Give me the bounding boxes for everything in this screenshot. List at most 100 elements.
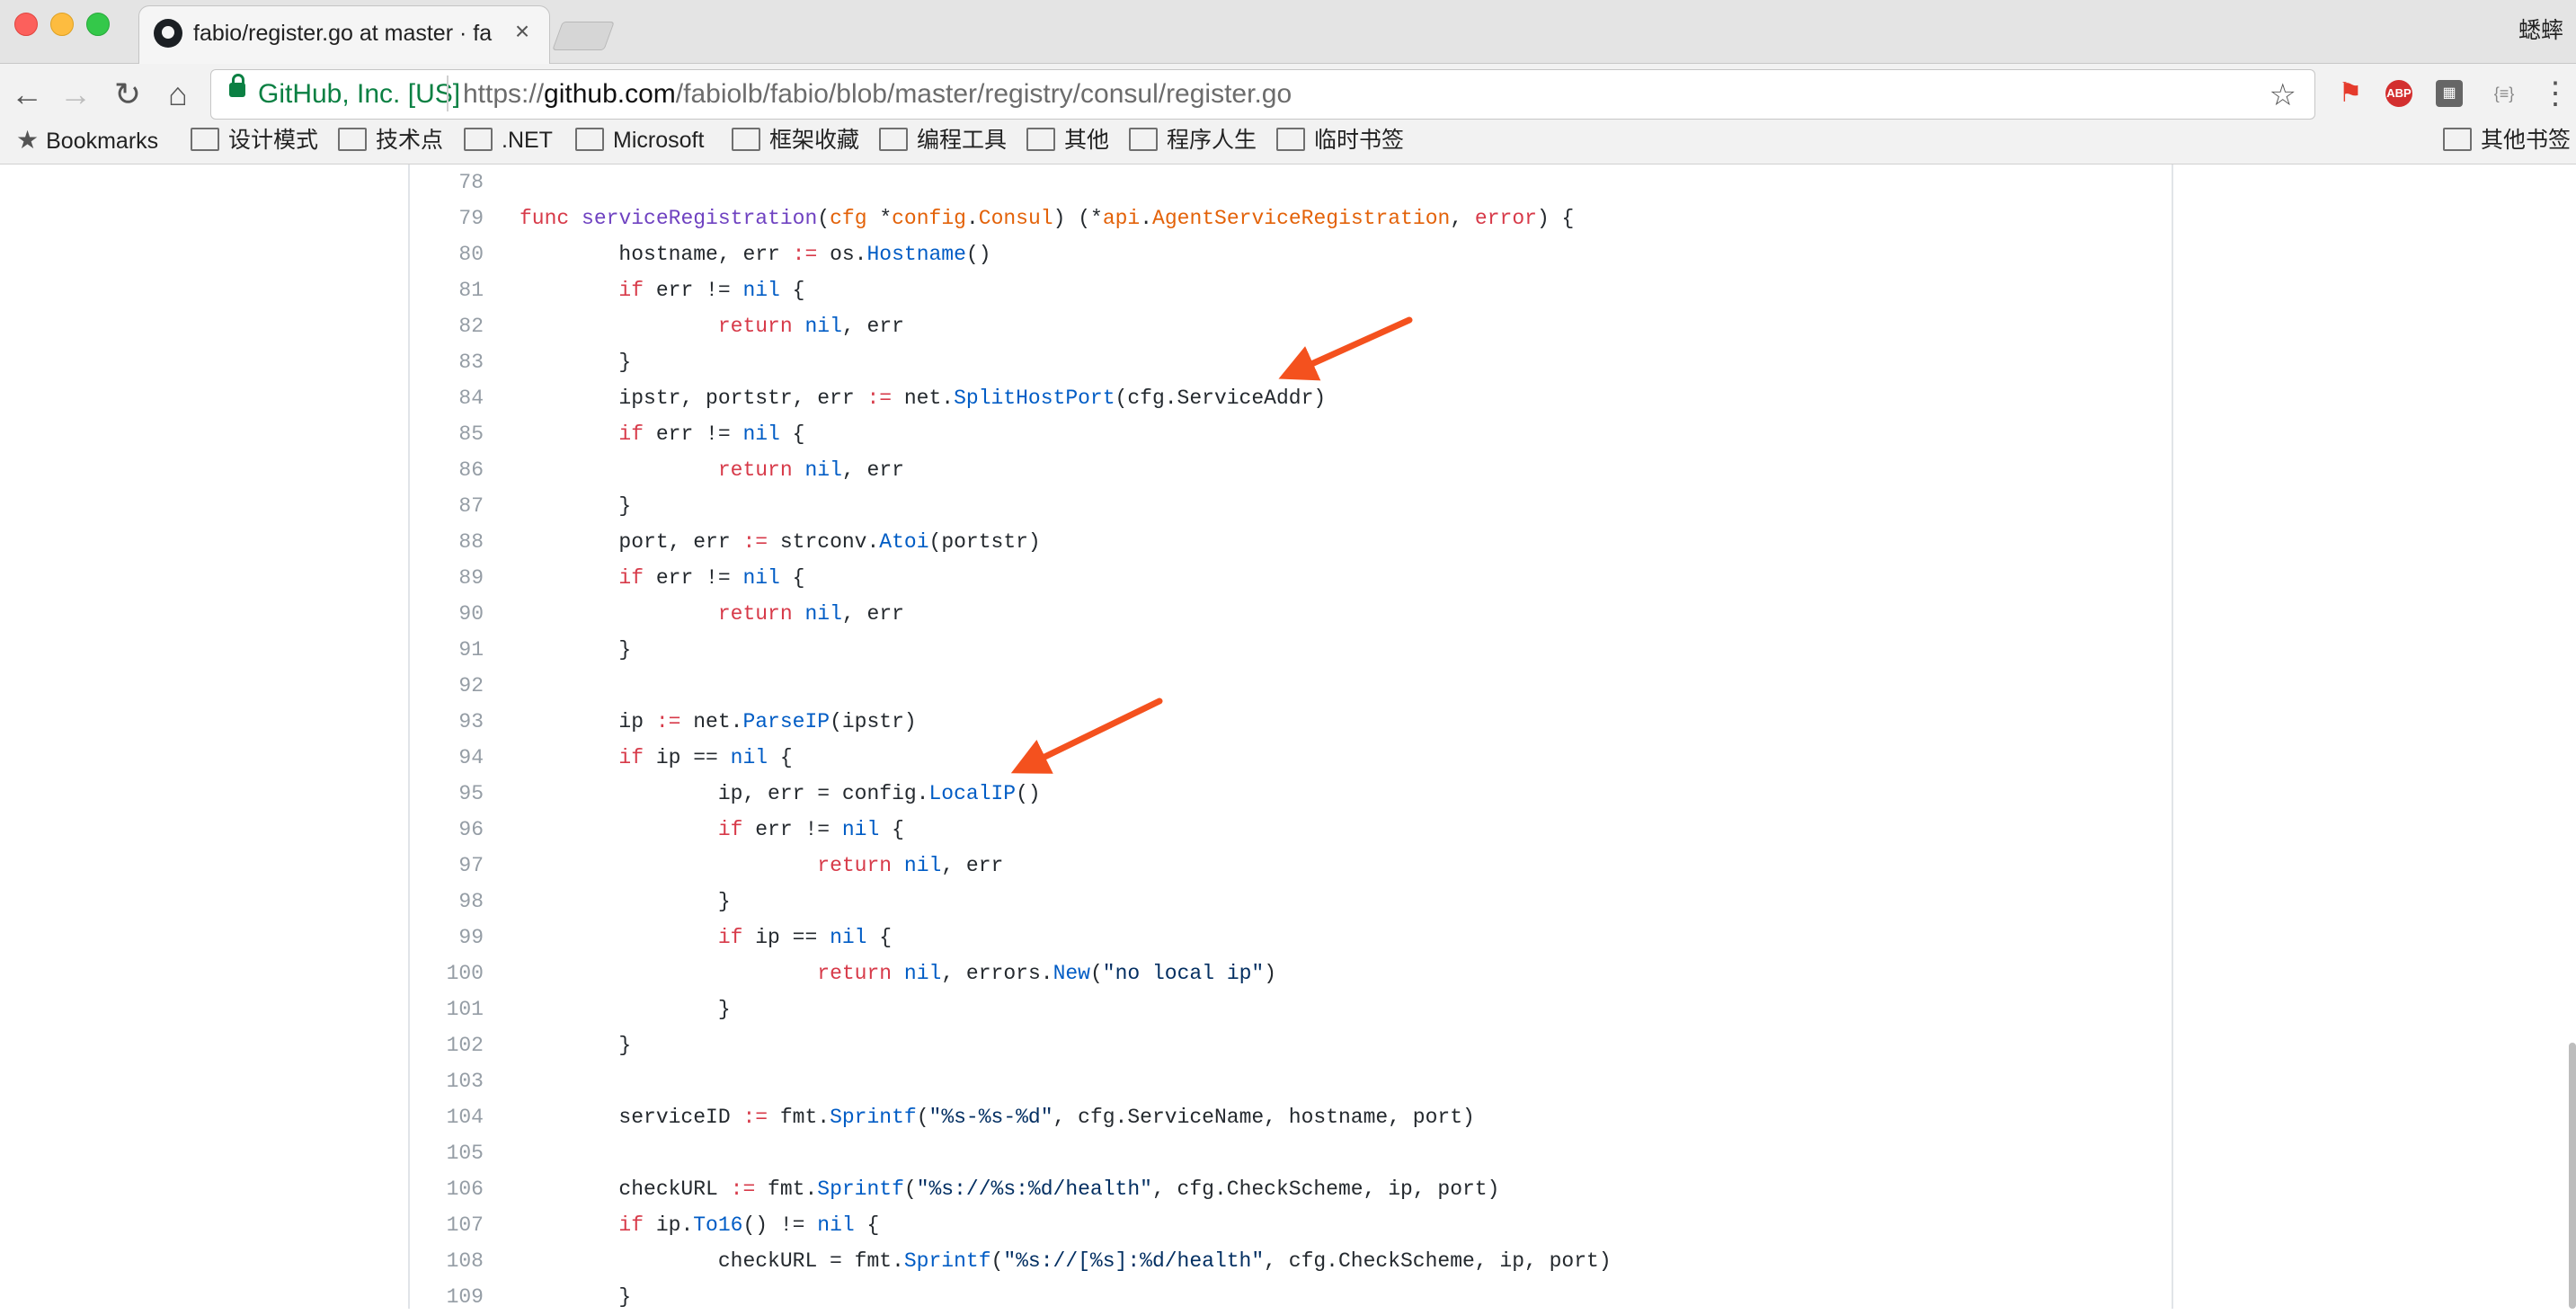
code-line: 105	[410, 1135, 2172, 1171]
code-line: 98 }	[410, 884, 2172, 920]
forward-icon[interactable]: →	[56, 75, 95, 114]
line-number[interactable]: 99	[410, 920, 484, 955]
line-number[interactable]: 107	[410, 1207, 484, 1243]
bookmark-folder[interactable]: 框架收藏	[732, 124, 859, 156]
line-code: return nil, errors.New("no local ip")	[817, 962, 1277, 985]
line-number[interactable]: 83	[410, 344, 484, 380]
bookmark-label: Bookmarks	[46, 129, 159, 154]
line-number[interactable]: 85	[410, 416, 484, 452]
url-host: github.com	[544, 79, 676, 109]
code-viewer: 78 79 func serviceRegistration(cfg *config…	[408, 164, 2173, 1309]
line-code: ipstr, portstr, err := net.SplitHostPort…	[520, 387, 1327, 410]
line-number[interactable]: 98	[410, 884, 484, 920]
folder-icon	[1129, 128, 1158, 152]
page-content: 78 79 func serviceRegistration(cfg *config…	[0, 164, 2576, 1309]
folder-icon	[191, 128, 219, 152]
folder-icon	[2443, 128, 2472, 152]
reload-icon[interactable]: ↻	[108, 75, 147, 114]
line-code: return nil, err	[717, 315, 904, 338]
line-number[interactable]: 97	[410, 848, 484, 884]
line-number[interactable]: 92	[410, 668, 484, 704]
code-line: 84 ipstr, portstr, err := net.SplitHostP…	[410, 380, 2172, 416]
line-number[interactable]: 78	[410, 164, 484, 200]
bookmark-folder[interactable]: 技术点	[338, 124, 443, 156]
line-number[interactable]: 95	[410, 776, 484, 812]
line-number[interactable]: 91	[410, 632, 484, 668]
code-line: 78	[410, 164, 2172, 200]
code-line: 87 }	[410, 488, 2172, 524]
bookmark-label: .NET	[502, 128, 553, 153]
code-line: 85 if err != nil {	[410, 416, 2172, 452]
line-code: }	[520, 1285, 632, 1309]
secure-origin-label[interactable]: GitHub, Inc. [US]	[258, 79, 460, 110]
home-icon[interactable]: ⌂	[158, 75, 198, 114]
line-number[interactable]: 104	[410, 1099, 484, 1135]
line-code: serviceID := fmt.Sprintf("%s-%s-%d", cfg…	[520, 1106, 1475, 1129]
line-number[interactable]: 93	[410, 704, 484, 740]
code-line: 101 }	[410, 991, 2172, 1027]
json-viewer-extension-icon[interactable]: {≡}	[2484, 80, 2524, 107]
bookmark-folder[interactable]: 其他	[1026, 124, 1109, 156]
line-number[interactable]: 79	[410, 200, 484, 236]
line-number[interactable]: 103	[410, 1063, 484, 1099]
browser-menu-icon[interactable]: ⋮	[2540, 78, 2571, 109]
other-bookmarks-folder[interactable]: 其他书签	[2443, 124, 2571, 156]
line-code: if ip == nil {	[717, 926, 893, 949]
code-line: 97 return nil, err	[410, 848, 2172, 884]
line-number[interactable]: 108	[410, 1243, 484, 1279]
line-number[interactable]: 94	[410, 740, 484, 776]
bookmark-folder[interactable]: .NET	[464, 124, 553, 156]
line-number[interactable]: 87	[410, 488, 484, 524]
line-number[interactable]: 80	[410, 236, 484, 272]
window-maximize-button[interactable]	[86, 13, 110, 36]
line-number[interactable]: 105	[410, 1135, 484, 1171]
page-scrollbar[interactable]	[2569, 1043, 2576, 1309]
back-icon[interactable]: ←	[7, 75, 47, 114]
line-code: checkURL := fmt.Sprintf("%s://%s:%d/heal…	[520, 1177, 1500, 1201]
address-bar[interactable]: GitHub, Inc. [US] https://github.com/fab…	[210, 69, 2315, 120]
bookmark-star-icon[interactable]: ☆	[2270, 77, 2296, 113]
line-code: if err != nil {	[618, 279, 805, 302]
line-number[interactable]: 88	[410, 524, 484, 560]
line-number[interactable]: 90	[410, 596, 484, 632]
new-tab-button[interactable]	[552, 22, 615, 50]
line-number[interactable]: 81	[410, 272, 484, 308]
line-code: return nil, err	[817, 854, 1004, 877]
line-number[interactable]: 101	[410, 991, 484, 1027]
code-line: 95 ip, err = config.LocalIP()	[410, 776, 2172, 812]
qr-code-extension-icon[interactable]: ▦	[2436, 80, 2463, 107]
bookmark-folder[interactable]: Microsoft	[575, 124, 704, 156]
bookmark-folder[interactable]: 程序人生	[1129, 124, 1257, 156]
adblock-extension-icon[interactable]: ABP	[2385, 80, 2412, 107]
line-number[interactable]: 84	[410, 380, 484, 416]
line-number[interactable]: 82	[410, 308, 484, 344]
line-number[interactable]: 96	[410, 812, 484, 848]
browser-tab-active[interactable]: fabio/register.go at master · fa ×	[138, 5, 550, 64]
window-minimize-button[interactable]	[50, 13, 74, 36]
bookmarks-menu[interactable]: ★ Bookmarks	[16, 124, 158, 156]
code-line: 107 if ip.To16() != nil {	[410, 1207, 2172, 1243]
line-number[interactable]: 106	[410, 1171, 484, 1207]
bookmark-folder[interactable]: 设计模式	[191, 124, 318, 156]
code-line: 88 port, err := strconv.Atoi(portstr)	[410, 524, 2172, 560]
profile-name[interactable]: 蟋蟀	[2518, 13, 2563, 45]
lock-icon	[229, 74, 245, 97]
line-number[interactable]: 100	[410, 955, 484, 991]
line-number[interactable]: 86	[410, 452, 484, 488]
folder-icon	[575, 128, 604, 152]
tab-close-icon[interactable]: ×	[510, 19, 535, 44]
line-code: port, err := strconv.Atoi(portstr)	[520, 530, 1041, 554]
window-close-button[interactable]	[14, 13, 38, 36]
bookmark-folder[interactable]: 编程工具	[879, 124, 1007, 156]
code-line: 89 if err != nil {	[410, 560, 2172, 596]
line-code: ip, err = config.LocalIP()	[520, 782, 1041, 805]
bookmark-label: 技术点	[376, 128, 444, 153]
bookmarks-bar: ★ Bookmarks 设计模式 技术点 .NET Microsoft 框架收藏 …	[0, 120, 2576, 160]
bookmark-label: 程序人生	[1167, 128, 1257, 153]
line-number[interactable]: 102	[410, 1027, 484, 1063]
bookmark-folder[interactable]: 临时书签	[1276, 124, 1404, 156]
url-text[interactable]: https://github.com/fabiolb/fabio/blob/ma…	[463, 79, 1292, 110]
flag-extension-icon[interactable]: ⚑	[2337, 80, 2364, 107]
line-number[interactable]: 89	[410, 560, 484, 596]
line-number[interactable]: 109	[410, 1279, 484, 1315]
